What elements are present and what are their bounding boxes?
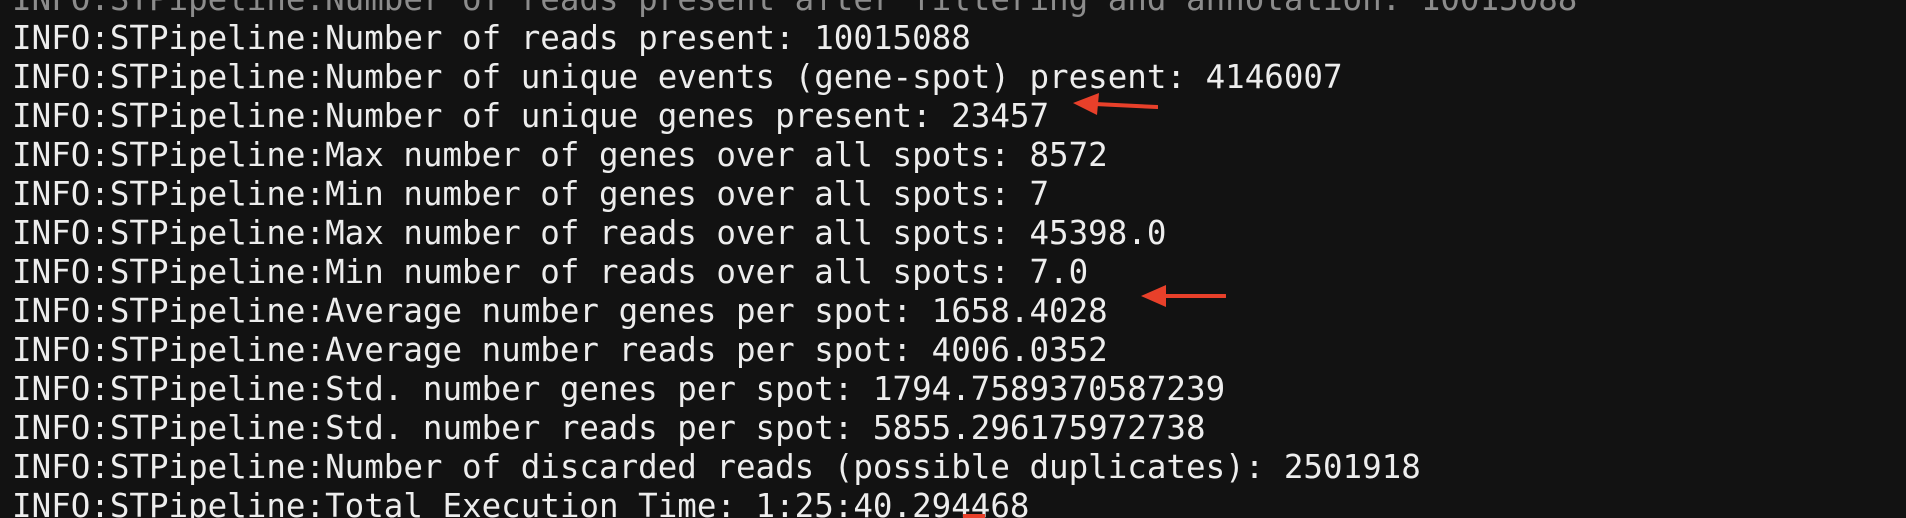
terminal-output: INFO:STPipeline:Number of reads present … xyxy=(12,0,1577,518)
terminal-line-unique-genes: INFO:STPipeline:Number of unique genes p… xyxy=(12,97,1050,135)
terminal-line-unique-events: INFO:STPipeline:Number of unique events … xyxy=(12,58,1343,96)
terminal-line-discarded-reads: INFO:STPipeline:Number of discarded read… xyxy=(12,448,1421,486)
terminal-line-max-reads: INFO:STPipeline:Max number of reads over… xyxy=(12,214,1167,252)
terminal-line-min-genes: INFO:STPipeline:Min number of genes over… xyxy=(12,175,1050,213)
terminal-line-min-reads: INFO:STPipeline:Min number of reads over… xyxy=(12,253,1089,291)
cursor-marker xyxy=(963,514,985,518)
terminal-line-execution-time: INFO:STPipeline:Total Execution Time: 1:… xyxy=(12,487,1030,518)
terminal-window[interactable]: INFO:STPipeline:Number of reads present … xyxy=(0,0,1906,518)
terminal-line-std-reads: INFO:STPipeline:Std. number reads per sp… xyxy=(12,409,1206,447)
red-arrow-icon xyxy=(1073,93,1158,115)
terminal-line-max-genes: INFO:STPipeline:Max number of genes over… xyxy=(12,136,1108,174)
terminal-line-std-genes: INFO:STPipeline:Std. number genes per sp… xyxy=(12,370,1226,408)
terminal-line-avg-reads: INFO:STPipeline:Average number reads per… xyxy=(12,331,1108,369)
terminal-line-reads-present: INFO:STPipeline:Number of reads present:… xyxy=(12,19,971,57)
red-arrow-icon xyxy=(1141,285,1226,307)
terminal-line-truncated: INFO:STPipeline:Number of reads present … xyxy=(12,0,1577,19)
terminal-line-avg-genes: INFO:STPipeline:Average number genes per… xyxy=(12,292,1108,330)
